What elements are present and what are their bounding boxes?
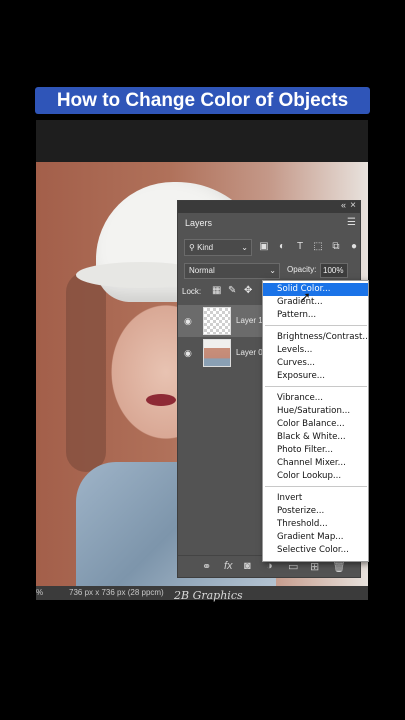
menu-item-vibrance[interactable]: Vibrance... bbox=[263, 392, 368, 405]
filter-toggle-icon[interactable]: ● bbox=[348, 241, 360, 253]
lock-image-icon[interactable]: ✎ bbox=[228, 285, 236, 296]
search-icon: ⚲ bbox=[189, 243, 198, 252]
menu-item-pattern[interactable]: Pattern... bbox=[263, 309, 368, 322]
menu-separator bbox=[265, 386, 367, 387]
close-icon[interactable]: × bbox=[350, 200, 356, 211]
menu-separator bbox=[265, 486, 367, 487]
panel-header-strip: « × bbox=[178, 200, 360, 213]
filter-kind-label: Kind bbox=[197, 243, 214, 252]
zoom-level: % bbox=[36, 588, 44, 597]
photo-hair bbox=[66, 272, 106, 472]
chevron-down-icon: ⌄ bbox=[269, 266, 276, 275]
tab-layers[interactable]: Layers bbox=[178, 213, 220, 233]
opacity-input[interactable]: 100% bbox=[320, 263, 348, 278]
menu-item-black-white[interactable]: Black & White... bbox=[263, 431, 368, 444]
menu-item-color-lookup[interactable]: Color Lookup... bbox=[263, 470, 368, 483]
visibility-eye-icon[interactable]: ◉ bbox=[184, 316, 192, 327]
layer-thumbnail bbox=[203, 307, 231, 335]
layer-name[interactable]: Layer 0 bbox=[236, 348, 263, 357]
menu-item-hue-saturation[interactable]: Hue/Saturation... bbox=[263, 405, 368, 418]
video-title-banner: How to Change Color of Objects bbox=[35, 87, 370, 114]
menu-item-photo-filter[interactable]: Photo Filter... bbox=[263, 444, 368, 457]
blend-mode-select[interactable]: Normal ⌄ bbox=[184, 263, 280, 279]
menu-item-levels[interactable]: Levels... bbox=[263, 344, 368, 357]
menu-item-invert[interactable]: Invert bbox=[263, 492, 368, 505]
filter-kind-select[interactable]: ⚲ Kind ⌄ bbox=[184, 239, 252, 256]
shape-filter-icon[interactable]: ⬚ bbox=[312, 241, 324, 253]
smart-object-filter-icon[interactable]: ⧉ bbox=[330, 241, 342, 253]
menu-item-selective-color[interactable]: Selective Color... bbox=[263, 544, 368, 557]
photoshop-toolbar bbox=[36, 120, 368, 162]
type-filter-icon[interactable]: T bbox=[294, 241, 306, 253]
adjustment-layer-menu: Solid Color... Gradient... Pattern... Br… bbox=[262, 280, 369, 562]
menu-item-channel-mixer[interactable]: Channel Mixer... bbox=[263, 457, 368, 470]
opacity-label: Opacity: bbox=[287, 265, 317, 274]
menu-item-curves[interactable]: Curves... bbox=[263, 357, 368, 370]
fx-icon[interactable]: fx bbox=[224, 560, 233, 572]
menu-item-color-balance[interactable]: Color Balance... bbox=[263, 418, 368, 431]
menu-item-gradient-map[interactable]: Gradient Map... bbox=[263, 531, 368, 544]
watermark: 2B Graphics bbox=[174, 589, 243, 602]
layer-name[interactable]: Layer 1 bbox=[236, 316, 263, 325]
lock-label: Lock: bbox=[182, 287, 202, 296]
photo-lips bbox=[146, 394, 176, 406]
layer-thumbnail bbox=[203, 339, 231, 367]
menu-item-brightness-contrast[interactable]: Brightness/Contrast... bbox=[263, 331, 368, 344]
menu-item-exposure[interactable]: Exposure... bbox=[263, 370, 368, 383]
document-info: 736 px x 736 px (28 ppcm) bbox=[69, 588, 164, 597]
add-mask-icon[interactable]: ◙ bbox=[244, 560, 251, 572]
menu-separator bbox=[265, 325, 367, 326]
adjustment-filter-icon[interactable]: ◐ bbox=[276, 241, 288, 253]
pixel-filter-icon[interactable]: ▣ bbox=[258, 241, 270, 253]
lock-position-icon[interactable]: ✥ bbox=[244, 285, 252, 296]
visibility-eye-icon[interactable]: ◉ bbox=[184, 348, 192, 359]
chevron-down-icon: ⌄ bbox=[241, 243, 248, 252]
layer-filter-row: ⚲ Kind ⌄ ▣ ◐ T ⬚ ⧉ ● bbox=[182, 239, 358, 257]
blend-row: Normal ⌄ Opacity: 100% bbox=[182, 263, 360, 279]
mouse-cursor-icon: ➚ bbox=[300, 289, 311, 304]
lock-transparent-icon[interactable]: ▦ bbox=[212, 285, 221, 296]
menu-item-solid-color[interactable]: Solid Color... bbox=[263, 283, 368, 296]
link-layers-icon[interactable]: ⚭ bbox=[202, 560, 211, 573]
blend-mode-label: Normal bbox=[189, 266, 215, 275]
menu-item-gradient[interactable]: Gradient... bbox=[263, 296, 368, 309]
collapse-icon[interactable]: « bbox=[341, 200, 346, 210]
menu-item-threshold[interactable]: Threshold... bbox=[263, 518, 368, 531]
panel-menu-icon[interactable]: ☰ bbox=[347, 217, 356, 228]
menu-item-posterize[interactable]: Posterize... bbox=[263, 505, 368, 518]
